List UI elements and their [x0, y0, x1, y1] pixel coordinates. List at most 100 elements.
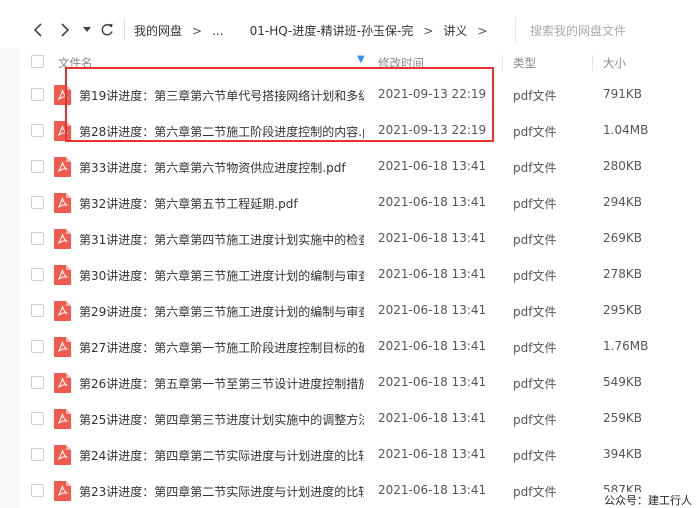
breadcrumb-separator: > — [477, 23, 488, 38]
file-row[interactable]: 第32讲进度：第六章第五节工程延期.pdf 2021-06-18 13:41 pdf… — [20, 185, 700, 221]
row-checkbox[interactable] — [31, 484, 44, 497]
file-name[interactable]: 第26讲进度：第五章第一节至第三节设计进度控制措施.pdf — [79, 375, 364, 392]
file-row[interactable]: 第25讲进度：第四章第三节进度计划实施中的调整方法.pdf 2021-06-18 … — [20, 401, 700, 437]
list-header: 文件名 ▼ 修改时间 类型 大小 — [20, 52, 700, 74]
breadcrumb: 我的网盘 > ... > 01-HQ-进度-精讲班-孙玉保-完 > 讲义 > — [134, 22, 497, 39]
pdf-file-icon — [54, 193, 71, 213]
column-divider — [502, 55, 503, 71]
breadcrumb-item-ellipsis[interactable]: ... — [212, 24, 223, 38]
file-size: 394KB — [603, 447, 643, 461]
file-row[interactable]: 第33讲进度：第六章第六节物资供应进度控制.pdf 2021-06-18 13:4… — [20, 149, 700, 185]
refresh-icon[interactable] — [96, 19, 118, 41]
file-list: 第19讲进度：第三章第六节单代号搭接网络计划和多级网... 2021-09-13 … — [20, 77, 700, 508]
file-name[interactable]: 第23讲进度：第四章第二节实际进度与计划进度的比较方... — [79, 483, 364, 500]
pdf-file-icon — [54, 229, 71, 249]
file-row[interactable]: 第24讲进度：第四章第二节实际进度与计划进度的比较方... 2021-06-18 … — [20, 437, 700, 473]
toolbar-divider — [124, 20, 125, 40]
file-size: 295KB — [603, 303, 643, 317]
file-type: pdf文件 — [513, 269, 557, 283]
file-type: pdf文件 — [513, 413, 557, 427]
chevron-right-icon[interactable] — [54, 19, 76, 41]
file-modified-date: 2021-06-18 13:41 — [378, 303, 487, 317]
column-header-type[interactable]: 类型 — [513, 55, 536, 71]
caret-down-icon[interactable] — [80, 19, 94, 41]
file-type: pdf文件 — [513, 449, 557, 463]
file-modified-date: 2021-06-18 13:41 — [378, 483, 487, 497]
file-name[interactable]: 第24讲进度：第四章第二节实际进度与计划进度的比较方... — [79, 447, 364, 464]
toolbar: 我的网盘 > ... > 01-HQ-进度-精讲班-孙玉保-完 > 讲义 > — [0, 0, 700, 48]
file-size: 791KB — [603, 87, 643, 101]
file-type: pdf文件 — [513, 197, 557, 211]
file-type: pdf文件 — [513, 161, 557, 175]
file-modified-date: 2021-06-18 13:41 — [378, 231, 487, 245]
file-row[interactable]: 第29讲进度：第六章第三节施工进度计划的编制与审查（... 2021-06-18 … — [20, 293, 700, 329]
file-name[interactable]: 第25讲进度：第四章第三节进度计划实施中的调整方法.pdf — [79, 411, 364, 428]
file-row[interactable]: 第27讲进度：第六章第一节施工阶段进度控制目标的确定... 2021-06-18 … — [20, 329, 700, 365]
file-type: pdf文件 — [513, 377, 557, 391]
select-all-checkbox[interactable] — [31, 55, 44, 68]
pdf-file-icon — [54, 121, 71, 141]
file-size: 278KB — [603, 267, 643, 281]
row-checkbox[interactable] — [31, 268, 44, 281]
column-header-date[interactable]: 修改时间 — [378, 55, 424, 71]
left-gutter — [0, 48, 20, 508]
row-checkbox[interactable] — [31, 88, 44, 101]
file-name[interactable]: 第29讲进度：第六章第三节施工进度计划的编制与审查（... — [79, 303, 364, 320]
row-checkbox[interactable] — [31, 160, 44, 173]
row-checkbox[interactable] — [31, 232, 44, 245]
file-modified-date: 2021-09-13 22:19 — [378, 87, 487, 101]
file-row[interactable]: 第19讲进度：第三章第六节单代号搭接网络计划和多级网... 2021-09-13 … — [20, 77, 700, 113]
file-row[interactable]: 第31讲进度：第六章第四节施工进度计划实施中的检查与... 2021-06-18 … — [20, 221, 700, 257]
file-name[interactable]: 第33讲进度：第六章第六节物资供应进度控制.pdf — [79, 159, 364, 176]
file-size: 549KB — [603, 375, 643, 389]
file-size: 259KB — [603, 411, 643, 425]
file-name[interactable]: 第31讲进度：第六章第四节施工进度计划实施中的检查与... — [79, 231, 364, 248]
row-checkbox[interactable] — [31, 448, 44, 461]
breadcrumb-item-folder[interactable]: 01-HQ-进度-精讲班-孙玉保-完 — [250, 22, 414, 39]
file-modified-date: 2021-06-18 13:41 — [378, 375, 487, 389]
file-name[interactable]: 第27讲进度：第六章第一节施工阶段进度控制目标的确定... — [79, 339, 364, 356]
chevron-left-icon[interactable] — [27, 19, 49, 41]
file-row[interactable]: 第26讲进度：第五章第一节至第三节设计进度控制措施.pdf 2021-06-18 … — [20, 365, 700, 401]
column-divider — [592, 55, 593, 71]
search-box — [515, 18, 685, 44]
file-size: 1.76MB — [603, 339, 649, 353]
file-modified-date: 2021-09-13 22:19 — [378, 123, 487, 137]
row-checkbox[interactable] — [31, 304, 44, 317]
file-type: pdf文件 — [513, 233, 557, 247]
file-type: pdf文件 — [513, 89, 557, 103]
breadcrumb-separator: > — [192, 23, 203, 38]
file-size: 1.04MB — [603, 123, 649, 137]
pdf-file-icon — [54, 301, 71, 321]
sort-down-icon: ▼ — [357, 54, 365, 65]
file-modified-date: 2021-06-18 13:41 — [378, 159, 487, 173]
file-row[interactable]: 第30讲进度：第六章第三节施工进度计划的编制与审查（... 2021-06-18 … — [20, 257, 700, 293]
file-name[interactable]: 第28讲进度：第六章第二节施工阶段进度控制的内容.pdf — [79, 123, 364, 140]
breadcrumb-item-current[interactable]: 讲义 — [443, 22, 467, 39]
file-modified-date: 2021-06-18 13:41 — [378, 339, 487, 353]
file-name[interactable]: 第32讲进度：第六章第五节工程延期.pdf — [79, 195, 364, 212]
file-size: 280KB — [603, 159, 643, 173]
file-modified-date: 2021-06-18 13:41 — [378, 267, 487, 281]
row-checkbox[interactable] — [31, 340, 44, 353]
file-type: pdf文件 — [513, 341, 557, 355]
file-name[interactable]: 第19讲进度：第三章第六节单代号搭接网络计划和多级网... — [79, 87, 364, 104]
breadcrumb-item-root[interactable]: 我的网盘 — [134, 22, 182, 39]
file-row[interactable]: 第23讲进度：第四章第二节实际进度与计划进度的比较方... 2021-06-18 … — [20, 473, 700, 508]
row-checkbox[interactable] — [31, 376, 44, 389]
row-checkbox[interactable] — [31, 412, 44, 425]
column-header-name[interactable]: 文件名 — [58, 55, 93, 71]
pdf-file-icon — [54, 157, 71, 177]
column-header-size[interactable]: 大小 — [603, 55, 626, 71]
pdf-file-icon — [54, 445, 71, 465]
breadcrumb-separator: > — [423, 23, 434, 38]
row-checkbox[interactable] — [31, 196, 44, 209]
file-row[interactable]: 第28讲进度：第六章第二节施工阶段进度控制的内容.pdf 2021-09-13 2… — [20, 113, 700, 149]
file-size: 294KB — [603, 195, 643, 209]
file-modified-date: 2021-06-18 13:41 — [378, 447, 487, 461]
file-modified-date: 2021-06-18 13:41 — [378, 195, 487, 209]
file-type: pdf文件 — [513, 125, 557, 139]
file-name[interactable]: 第30讲进度：第六章第三节施工进度计划的编制与审查（... — [79, 267, 364, 284]
search-input[interactable] — [530, 24, 660, 38]
row-checkbox[interactable] — [31, 124, 44, 137]
